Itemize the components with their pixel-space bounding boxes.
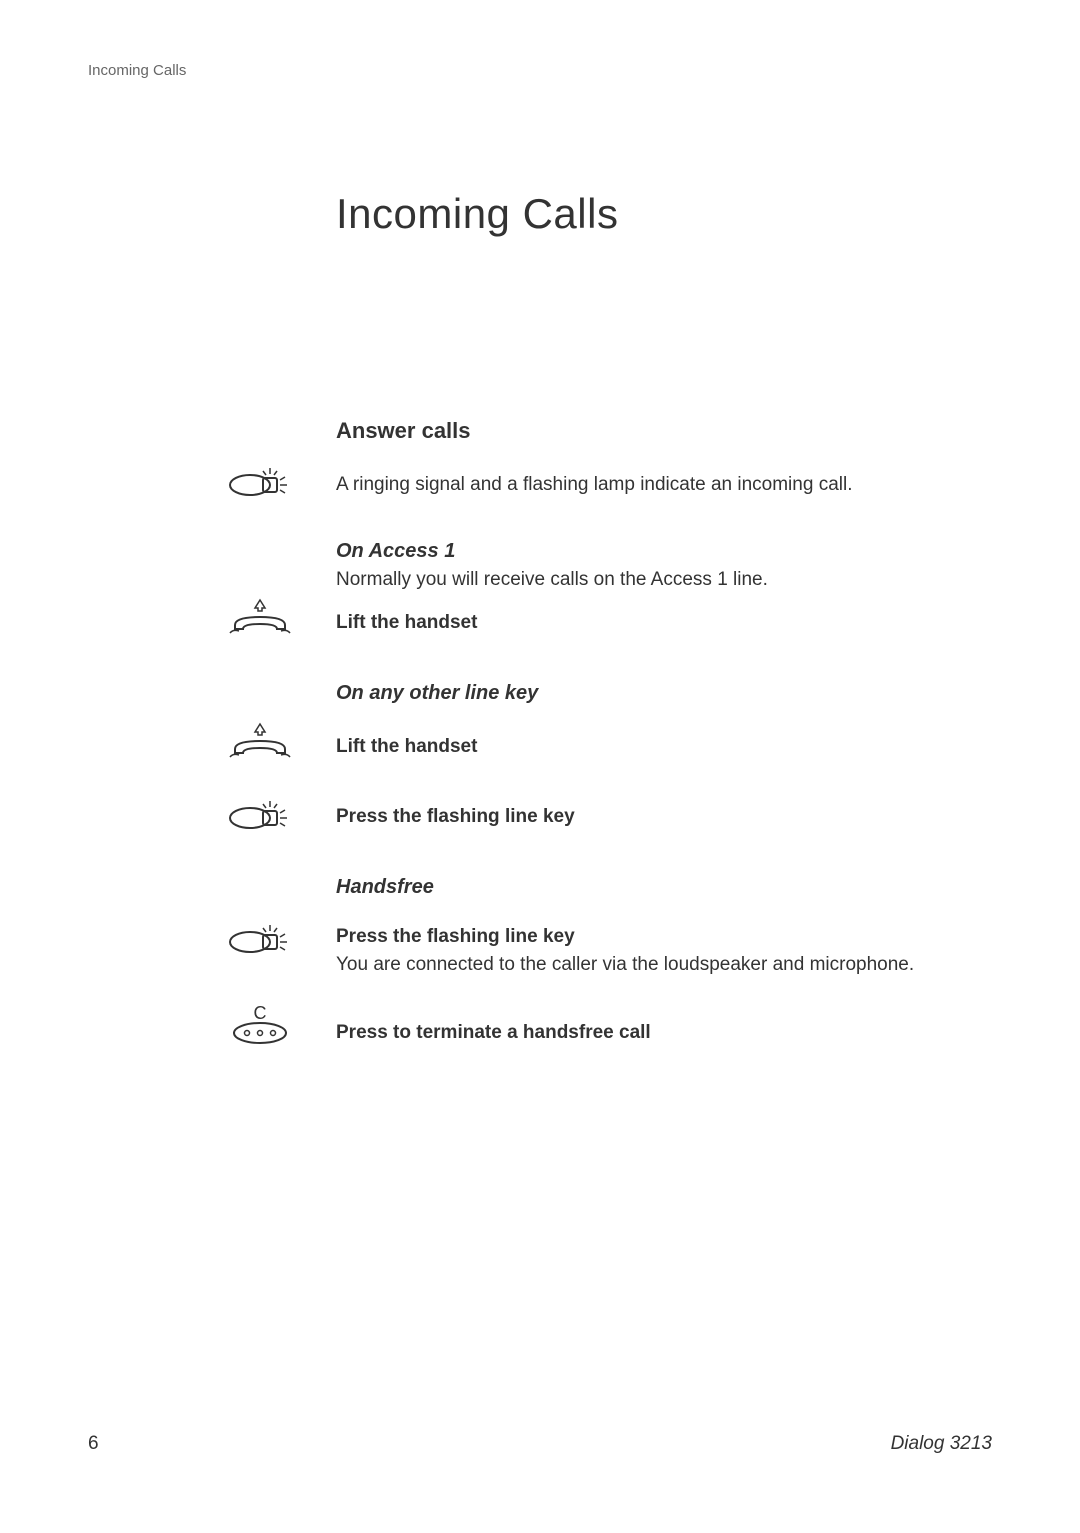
access1-action: Lift the handset — [336, 612, 956, 634]
svg-text:C: C — [254, 1003, 267, 1023]
subheading-handsfree: Handsfree — [336, 876, 956, 899]
handsfree-text: You are connected to the caller via the … — [336, 952, 956, 979]
handsfree-action2: Press to terminate a handsfree call — [336, 1022, 956, 1044]
handsfree-action1: Press the flashing line key — [336, 926, 956, 948]
section-heading-answer-calls: Answer calls — [336, 418, 471, 444]
footer-model: Dialog 3213 — [891, 1433, 992, 1455]
intro-text: A ringing signal and a flashing lamp ind… — [336, 472, 956, 499]
header-breadcrumb: Incoming Calls — [88, 62, 186, 79]
other-line-action2: Press the flashing line key — [336, 806, 956, 828]
flashing-key-icon — [215, 912, 305, 962]
clear-key-icon: C — [215, 1000, 305, 1050]
subheading-access1: On Access 1 — [336, 540, 956, 563]
page-number: 6 — [88, 1433, 99, 1455]
lift-handset-icon — [215, 716, 305, 766]
lift-handset-icon — [215, 592, 305, 642]
access1-text: Normally you will receive calls on the A… — [336, 567, 956, 594]
flashing-key-icon — [215, 455, 305, 505]
other-line-action1: Lift the handset — [336, 736, 956, 758]
subheading-other-line: On any other line key — [336, 682, 956, 705]
flashing-key-icon — [215, 788, 305, 838]
page-title: Incoming Calls — [336, 190, 618, 238]
